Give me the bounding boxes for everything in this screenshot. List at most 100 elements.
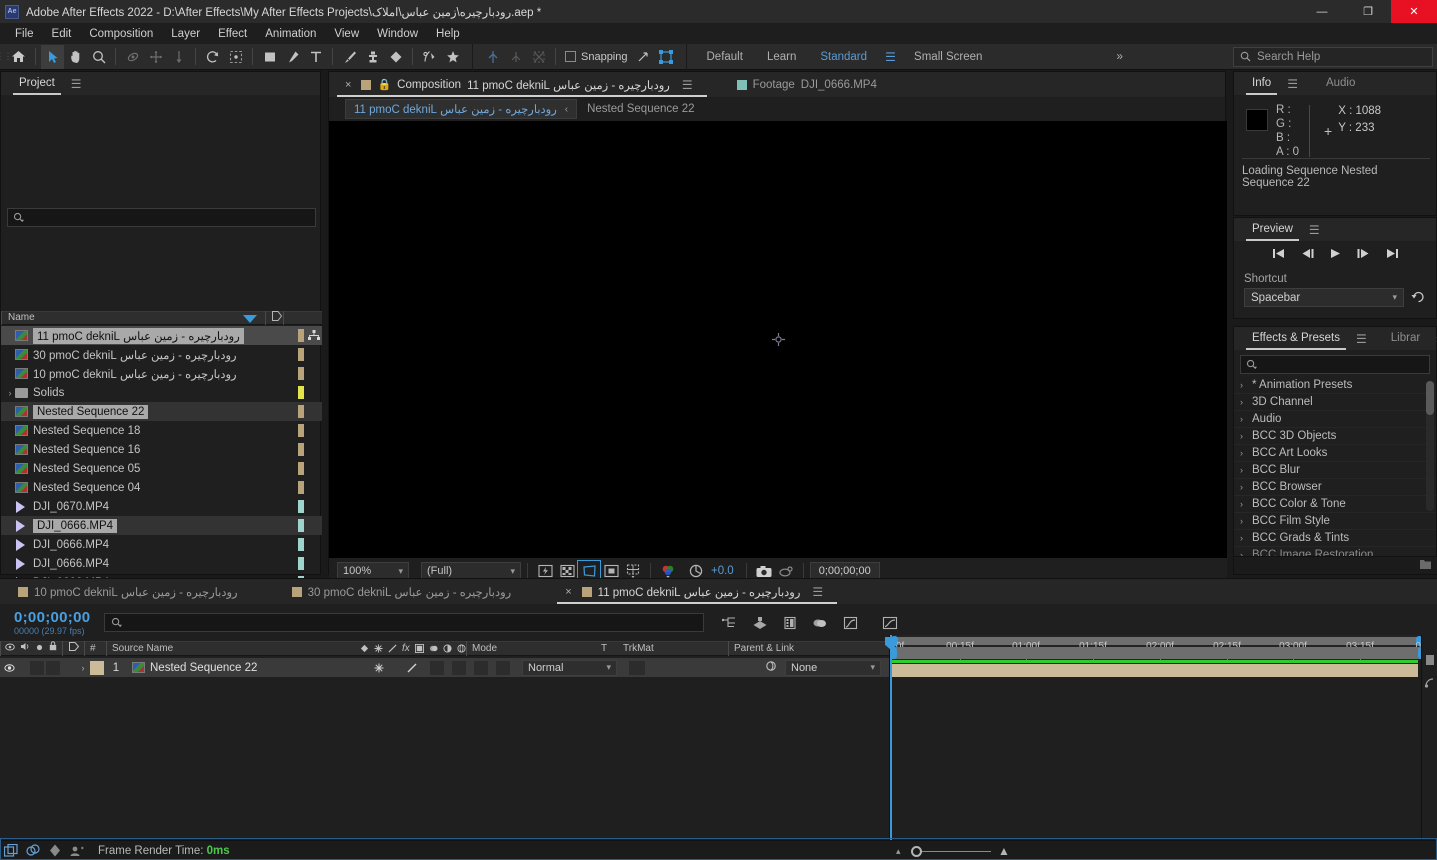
t-column-header[interactable]: T (596, 641, 618, 656)
play-icon[interactable] (1330, 248, 1341, 262)
workspace-default[interactable]: Default (695, 51, 755, 63)
transform-box-icon[interactable] (655, 45, 678, 69)
workspace-menu-icon[interactable]: ☰ (879, 45, 902, 69)
menu-layer[interactable]: Layer (162, 26, 209, 42)
list-item[interactable]: DJI_0666.MP4 (1, 516, 322, 535)
puppet-overlap-icon[interactable] (481, 45, 504, 69)
snapping-checkbox[interactable] (565, 51, 576, 62)
parent-link-column-header[interactable]: Parent & Link (728, 641, 890, 656)
tab-composition[interactable]: × 🔒 Composition رودبارچیره - زمین عباس L… (337, 72, 707, 97)
tab-timeline-comp-01[interactable]: رودبارچیره - زمین عباس Linked Comp 01 (10, 579, 246, 604)
clone-stamp-tool-icon[interactable] (361, 45, 384, 69)
tab-info[interactable]: Info (1242, 72, 1281, 95)
tab-timeline-comp-03[interactable]: رودبارچیره - زمین عباس Linked Comp 03 (284, 579, 520, 604)
panel-menu-icon[interactable]: ☰ (1350, 332, 1373, 346)
pan-tool-icon[interactable] (144, 45, 167, 69)
zoom-slider-knob[interactable] (911, 845, 922, 857)
list-item[interactable]: Nested Sequence 04 (1, 478, 322, 497)
layer-solo-toggle[interactable] (46, 660, 60, 675)
panel-menu-icon[interactable]: ☰ (676, 78, 699, 92)
new-folder-icon[interactable] (1419, 558, 1432, 573)
motion-blur-toggle-icon[interactable] (22, 842, 44, 860)
trkmat-cell[interactable] (629, 660, 645, 675)
layer-handle-icon[interactable] (1422, 671, 1437, 693)
label-color-swatch[interactable] (298, 386, 304, 399)
list-item[interactable]: › 3D Channel (1234, 394, 1436, 411)
project-search-input[interactable] (7, 208, 316, 227)
motion-blur-toggle[interactable] (474, 660, 488, 675)
chevron-right-icon[interactable]: › (1240, 482, 1252, 492)
last-frame-icon[interactable] (1386, 248, 1398, 262)
timeline-search-input[interactable] (104, 613, 705, 632)
list-item[interactable]: › BCC 3D Objects (1234, 428, 1436, 445)
list-item[interactable]: Nested Sequence 16 (1, 440, 322, 459)
layer-label-color[interactable] (90, 660, 104, 675)
label-color-swatch[interactable] (298, 443, 304, 456)
zoom-in-icon[interactable]: ▲ (998, 844, 1010, 858)
chevron-right-icon[interactable]: › (1240, 448, 1252, 458)
quality-toggle-icon[interactable] (406, 662, 418, 674)
number-column-header[interactable]: # (84, 641, 106, 656)
list-item[interactable]: رودبارچیره - زمین عباس Linked Comp 01 (1, 364, 322, 383)
tab-preview[interactable]: Preview (1242, 218, 1303, 241)
list-item[interactable]: DJI_0670.MP4 (1, 497, 322, 516)
first-frame-icon[interactable] (1272, 248, 1285, 262)
label-color-swatch[interactable] (298, 405, 304, 418)
menu-view[interactable]: View (325, 26, 368, 42)
menu-edit[interactable]: Edit (43, 26, 81, 42)
brush-tool-icon[interactable] (338, 45, 361, 69)
search-help-field[interactable]: Search Help (1233, 46, 1433, 67)
label-color-swatch[interactable] (298, 424, 304, 437)
workspace-learn[interactable]: Learn (755, 51, 808, 63)
menu-file[interactable]: File (6, 26, 43, 42)
puppet-advanced-icon[interactable] (527, 45, 550, 69)
layer-parent-select[interactable]: None ▾ (785, 659, 881, 676)
panel-menu-icon[interactable]: ☰ (65, 77, 88, 91)
tab-timeline-comp-11[interactable]: × رودبارچیره - زمین عباس Linked Comp 11 … (557, 579, 838, 604)
type-tool-icon[interactable] (304, 45, 327, 69)
chevron-right-icon[interactable]: › (1240, 414, 1252, 424)
rotation-tool-icon[interactable] (201, 45, 224, 69)
orbit-tool-icon[interactable] (121, 45, 144, 69)
anchor-point-tool-icon[interactable] (224, 45, 247, 69)
menu-effect[interactable]: Effect (209, 26, 256, 42)
roto-brush-tool-icon[interactable] (418, 45, 441, 69)
chevron-right-icon[interactable]: › (1240, 397, 1252, 407)
shy-layers-toggle-icon[interactable] (66, 842, 88, 860)
workspace-overflow-icon[interactable]: » (1104, 51, 1134, 63)
tab-libraries[interactable]: Librar (1381, 327, 1430, 350)
work-area-bar[interactable] (890, 647, 1430, 659)
list-item[interactable]: Nested Sequence 05 (1, 459, 322, 478)
list-item[interactable]: DJI_0666.MP4 (1, 554, 322, 573)
toolbar-grip[interactable]: ⋮⋮ (0, 44, 13, 70)
list-item[interactable]: DJI_0666.MP4 (1, 535, 322, 554)
source-name-column-header[interactable]: Source Name (106, 641, 356, 656)
minimize-button[interactable]: — (1299, 0, 1345, 23)
effects-scrollbar[interactable] (1426, 381, 1434, 511)
label-color-swatch[interactable] (298, 500, 304, 513)
list-item[interactable]: رودبارچیره - زمین عباس Linked Comp 03 (1, 345, 322, 364)
layer-audio-toggle[interactable] (30, 660, 44, 675)
label-color-swatch[interactable] (298, 367, 304, 380)
layer-duration-bar[interactable] (892, 664, 1418, 677)
twirl-icon[interactable]: › (5, 388, 15, 398)
menu-help[interactable]: Help (427, 26, 469, 42)
previous-frame-icon[interactable] (1301, 248, 1314, 262)
layer-twirl-icon[interactable]: › (76, 663, 90, 673)
label-color-swatch[interactable] (298, 538, 304, 551)
breadcrumb-nested-label[interactable]: Nested Sequence 22 (587, 103, 694, 115)
list-item[interactable]: › * Animation Presets (1234, 377, 1436, 394)
list-item[interactable]: › Audio (1234, 411, 1436, 428)
frame-blending-toggle-icon[interactable] (0, 842, 22, 860)
layer-lock-toggle[interactable] (62, 661, 76, 675)
list-item[interactable]: › BCC Film Style (1234, 513, 1436, 530)
selection-tool-icon[interactable] (41, 44, 64, 69)
shy-toggle-icon[interactable] (374, 663, 384, 673)
list-item[interactable]: › BCC Art Looks (1234, 445, 1436, 462)
mode-column-header[interactable]: Mode (466, 641, 596, 656)
comp-button-icon[interactable] (1422, 649, 1437, 671)
workspace-standard[interactable]: Standard (808, 51, 879, 63)
current-time-display[interactable]: 0;00;00;00 00000 (29.97 fps) (0, 609, 90, 636)
snapping-arrow-icon[interactable] (632, 45, 655, 69)
close-icon[interactable]: × (345, 79, 351, 91)
